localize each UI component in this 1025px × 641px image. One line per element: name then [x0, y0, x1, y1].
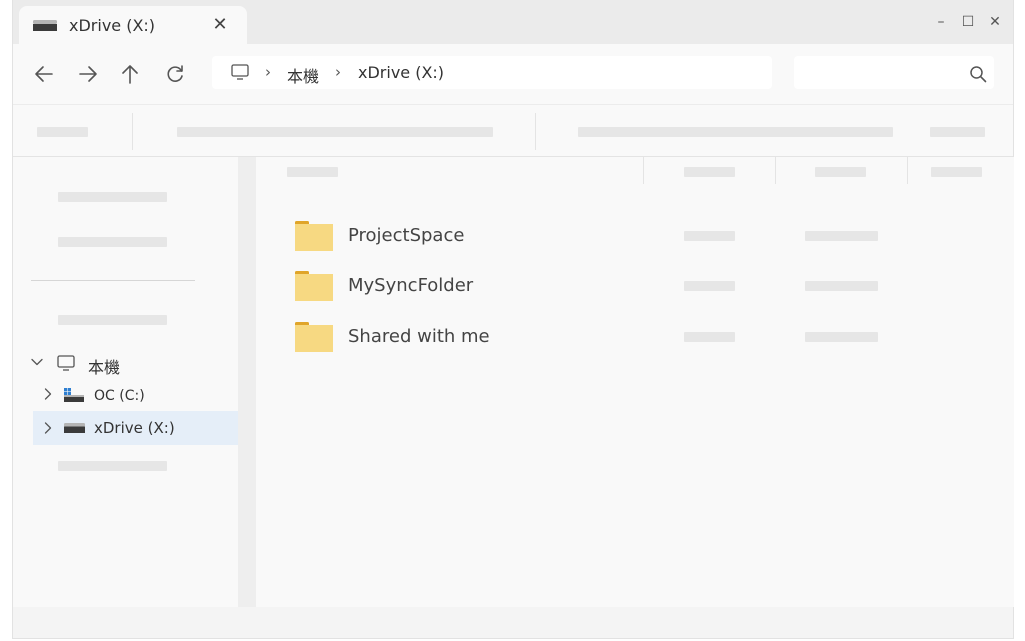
column-divider[interactable] [643, 157, 644, 184]
tab-xdrive[interactable]: xDrive (X:) ✕ [19, 6, 247, 44]
item-type-placeholder [805, 332, 878, 342]
navigation-bar: › 本機 › xDrive (X:) [13, 44, 1013, 104]
sidebar-placeholder-item[interactable] [58, 237, 167, 247]
sidebar-placeholder-item[interactable] [58, 461, 167, 471]
up-arrow-icon[interactable] [118, 62, 142, 86]
column-header-type[interactable] [815, 167, 866, 177]
chevron-down-icon[interactable] [30, 355, 44, 369]
sidebar-item-label: xDrive (X:) [94, 419, 175, 437]
file-explorer-window: xDrive (X:) ✕ – ☐ ✕ › 本機 › xDrive (X:) 本… [12, 0, 1014, 639]
folder-icon [295, 221, 333, 251]
sidebar-item-xdrive[interactable]: xDrive (X:) [33, 411, 238, 445]
item-type-placeholder [805, 231, 878, 241]
column-divider[interactable] [907, 157, 908, 184]
navigation-pane: 本機 OC (C:) xDrive (X:) [13, 157, 238, 607]
toolbar-placeholder-button[interactable] [930, 127, 985, 137]
tab-close-icon[interactable]: ✕ [210, 15, 230, 35]
folder-icon [295, 322, 333, 352]
list-item[interactable]: MySyncFolder [286, 266, 976, 306]
toolbar-divider [535, 113, 536, 150]
computer-icon [231, 64, 249, 80]
breadcrumb-separator: › [265, 63, 271, 81]
close-window-icon[interactable]: ✕ [985, 12, 1005, 32]
item-date-placeholder [684, 281, 735, 291]
chevron-right-icon[interactable] [41, 387, 55, 401]
status-bar [13, 607, 1013, 638]
windows-drive-icon [64, 388, 84, 402]
sidebar-placeholder-item[interactable] [58, 192, 167, 202]
breadcrumb-xdrive[interactable]: xDrive (X:) [358, 63, 444, 82]
sidebar-item-oc-drive[interactable]: OC (C:) [33, 379, 238, 413]
toolbar-placeholder-group[interactable] [578, 127, 893, 137]
sidebar-placeholder-item[interactable] [58, 315, 167, 325]
toolbar-placeholder-group[interactable] [177, 127, 493, 137]
drive-icon [33, 20, 57, 31]
minimize-icon[interactable]: – [931, 12, 951, 32]
tab-title: xDrive (X:) [69, 16, 156, 35]
column-header-date[interactable] [684, 167, 735, 177]
drive-icon [64, 423, 85, 433]
pane-splitter[interactable] [238, 157, 256, 607]
item-name: ProjectSpace [348, 225, 465, 246]
maximize-icon[interactable]: ☐ [958, 12, 978, 32]
back-arrow-icon[interactable] [32, 62, 56, 86]
computer-icon [57, 355, 75, 371]
item-name: MySyncFolder [348, 275, 474, 296]
search-box[interactable] [794, 56, 994, 89]
address-bar[interactable]: › 本機 › xDrive (X:) [212, 56, 772, 89]
breadcrumb-this-pc[interactable]: 本機 [287, 63, 319, 87]
column-header-size[interactable] [931, 167, 982, 177]
list-item[interactable]: ProjectSpace [286, 216, 976, 256]
search-icon[interactable] [969, 65, 987, 83]
list-item[interactable]: Shared with me [286, 317, 976, 357]
column-divider[interactable] [775, 157, 776, 184]
item-name: Shared with me [348, 326, 490, 347]
sidebar-divider [31, 280, 195, 281]
item-date-placeholder [684, 231, 735, 241]
refresh-icon[interactable] [163, 62, 187, 86]
toolbar-divider [132, 113, 133, 150]
forward-arrow-icon[interactable] [76, 62, 100, 86]
sidebar-item-this-pc[interactable]: 本機 [30, 347, 238, 381]
item-date-placeholder [684, 332, 735, 342]
sidebar-item-label: OC (C:) [94, 388, 145, 404]
sidebar-item-label: 本機 [88, 358, 121, 377]
chevron-right-icon[interactable] [41, 421, 55, 435]
column-header-name[interactable] [287, 167, 338, 177]
folder-icon [295, 271, 333, 301]
title-bar: xDrive (X:) ✕ – ☐ ✕ [13, 0, 1013, 44]
toolbar-placeholder-button[interactable] [37, 127, 88, 137]
breadcrumb-separator: › [335, 63, 341, 81]
file-list-pane: ProjectSpace MySyncFolder Shared with me [256, 157, 1014, 607]
item-type-placeholder [805, 281, 878, 291]
command-toolbar [13, 104, 1013, 157]
